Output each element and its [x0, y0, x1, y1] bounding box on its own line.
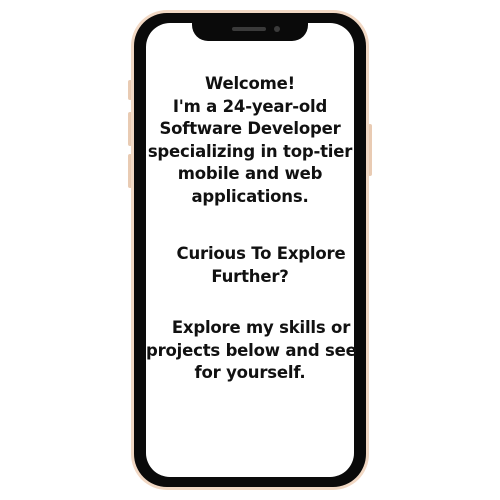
explore-line: Explore my skills or	[171, 318, 351, 337]
explore-text: Explore my skills or projects below and …	[146, 317, 357, 385]
intro-line: mobile and web	[177, 164, 323, 183]
curious-text: Curious To Explore Further?	[146, 243, 354, 288]
intro-line: Software Developer	[159, 119, 341, 138]
curious-line: Further?	[211, 266, 289, 286]
speaker-grille-icon	[232, 27, 266, 31]
welcome-heading: Welcome!	[205, 74, 295, 93]
intro-line: I'm a 24-year-old	[172, 96, 328, 116]
intro-text: Welcome! I'm a 24-year-old Software Deve…	[146, 73, 354, 208]
explore-line: for yourself.	[194, 363, 306, 382]
explore-line: projects below and see	[146, 340, 357, 360]
intro-line: specializing in top-tier	[147, 141, 353, 161]
front-camera-icon	[274, 26, 280, 32]
page-canvas: Welcome! I'm a 24-year-old Software Deve…	[0, 0, 500, 500]
intro-line: applications.	[191, 186, 309, 206]
curious-line: Curious To Explore	[176, 244, 346, 263]
